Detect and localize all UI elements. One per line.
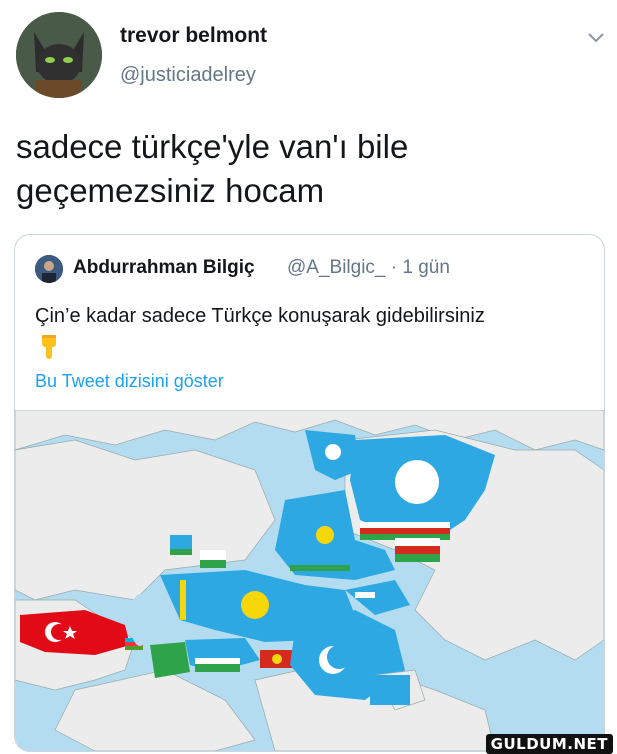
tweet-text-line: geçemezsiniz hocam [16,172,325,209]
author-display-name[interactable]: trevor belmont [120,24,267,48]
quoted-tweet-text: Çin’e kadar sadece Türkçe konuşarak gide… [35,305,485,327]
turkic-world-map-image [15,410,604,751]
show-thread-link[interactable]: Bu Tweet dizisini göster [35,371,224,392]
watermark: GULDUM.NET [485,734,613,754]
quoted-author-meta: @A_Bilgic_ · 1 gün [287,257,450,278]
tweet-text-line: sadece türkçe'yle van'ı bile [16,128,409,165]
quoted-author-name[interactable]: Abdurrahman Bilgiç [73,257,255,279]
author-avatar[interactable] [16,12,102,98]
quoted-tweet-card[interactable]: Abdurrahman Bilgiç @A_Bilgic_ · 1 gün Çi… [14,234,605,752]
chevron-down-icon[interactable] [585,26,607,48]
person-avatar-icon [35,255,63,283]
author-handle[interactable]: @justiciadelrey [120,64,256,87]
cartoon-cat-avatar-icon [16,12,102,98]
tweet-text: sadece türkçe'yle van'ı bile geçemezsini… [16,125,596,213]
pointing-down-emoji-icon [42,335,56,359]
quoted-author-avatar[interactable] [35,255,63,283]
